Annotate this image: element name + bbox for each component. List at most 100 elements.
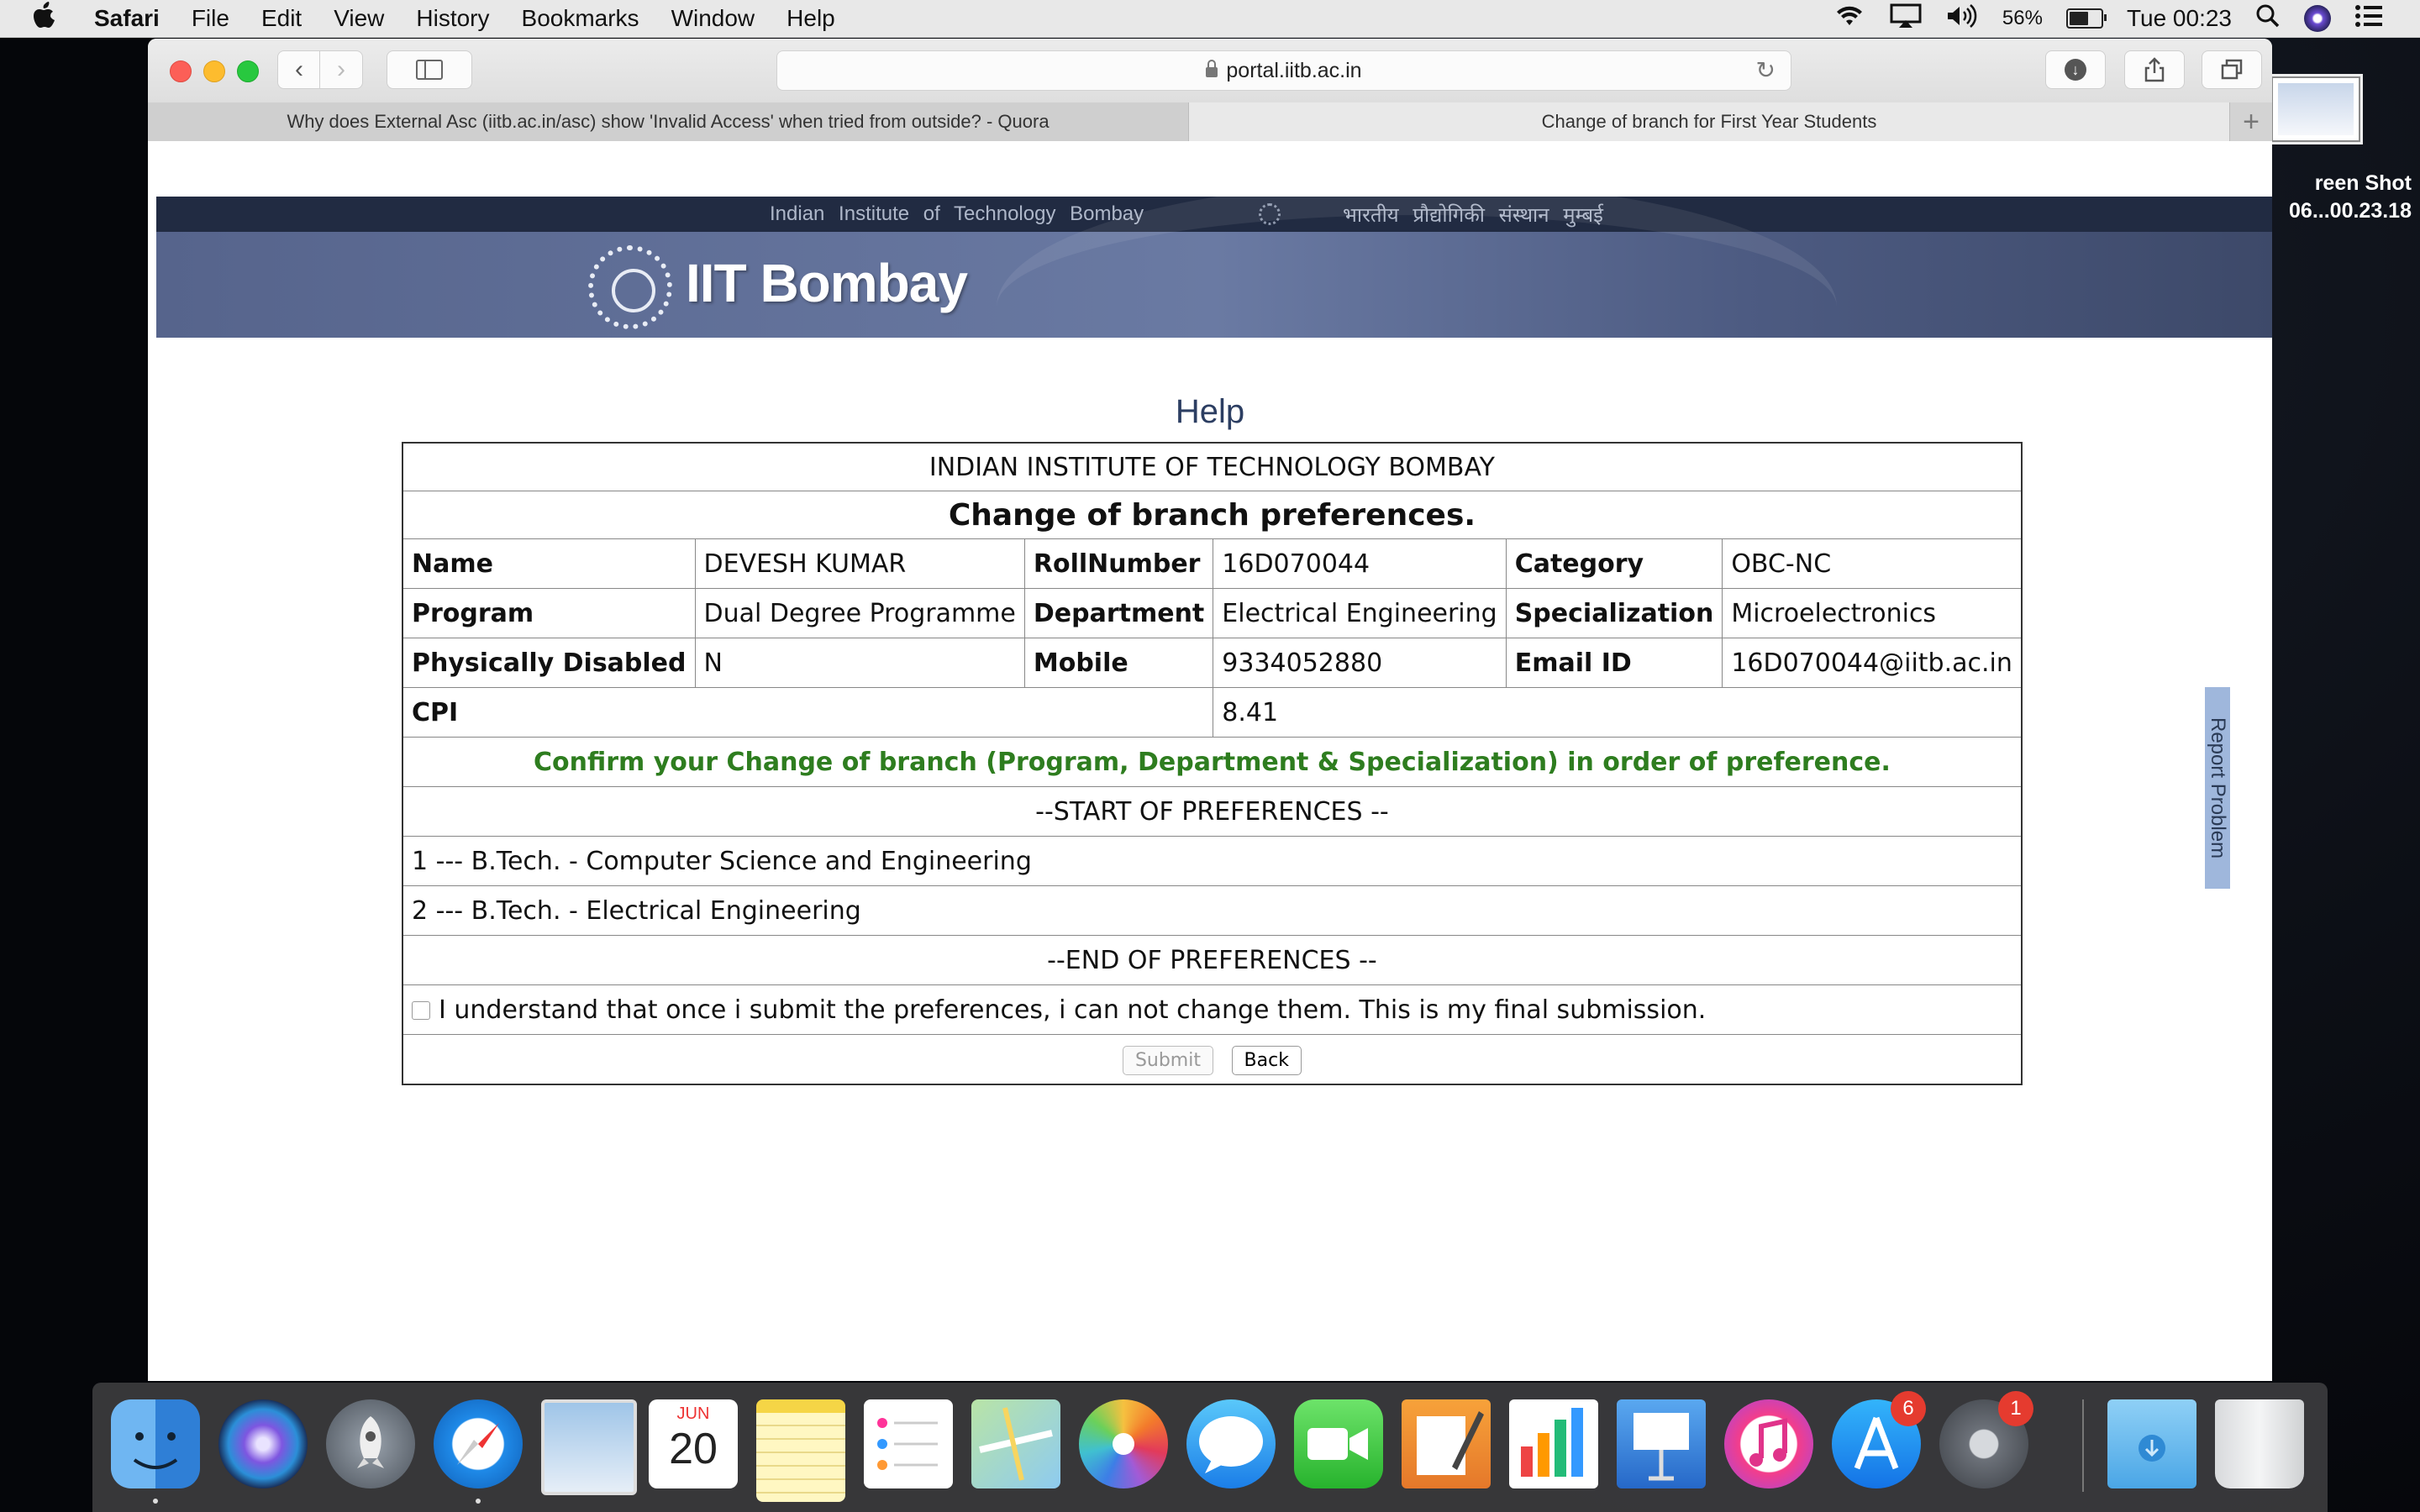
spotlight-search-icon[interactable] bbox=[2255, 3, 2281, 34]
declaration-checkbox[interactable] bbox=[412, 1001, 430, 1020]
menu-view[interactable]: View bbox=[334, 5, 384, 32]
screenshot-file-icon[interactable] bbox=[2269, 74, 2363, 144]
new-tab-plus-icon[interactable]: + bbox=[2230, 102, 2272, 141]
messages-icon[interactable] bbox=[1186, 1399, 1276, 1488]
physically-disabled-value: N bbox=[694, 638, 1025, 688]
report-problem-tab[interactable]: Report Problem bbox=[2205, 687, 2230, 889]
menu-app-safari[interactable]: Safari bbox=[94, 5, 160, 32]
tab-bar: Why does External Asc (iitb.ac.in/asc) s… bbox=[148, 102, 2272, 142]
declaration-row: I understand that once i submit the pref… bbox=[402, 984, 2023, 1035]
app-store-icon[interactable]: 6 bbox=[1832, 1391, 1926, 1488]
share-icon bbox=[2144, 57, 2165, 82]
battery-fill bbox=[2069, 12, 2089, 25]
calendar-day: 20 bbox=[669, 1425, 718, 1473]
category-label: Category bbox=[1505, 538, 1723, 589]
volume-icon[interactable] bbox=[1945, 3, 1979, 34]
wifi-icon[interactable] bbox=[1833, 3, 1866, 34]
email-value: 16D070044@iitb.ac.in bbox=[1722, 638, 2023, 688]
dock-separator bbox=[2082, 1399, 2084, 1492]
banner-body bbox=[156, 197, 2272, 338]
notification-center-icon[interactable] bbox=[2354, 4, 2383, 34]
lock-icon bbox=[1206, 60, 1218, 77]
menu-window[interactable]: Window bbox=[671, 5, 755, 32]
downloads-button[interactable]: ↓ bbox=[2045, 50, 2106, 89]
tab-change-of-branch[interactable]: Change of branch for First Year Students bbox=[1189, 102, 2230, 141]
siri-icon[interactable] bbox=[218, 1399, 308, 1488]
photos-icon[interactable] bbox=[1079, 1399, 1168, 1488]
siri-menu-icon[interactable] bbox=[2304, 5, 2331, 32]
menu-bar: Safari File Edit View History Bookmarks … bbox=[0, 0, 2420, 38]
screenshot-thumbnail bbox=[2278, 83, 2354, 135]
finder-icon[interactable] bbox=[111, 1399, 200, 1488]
reminders-icon[interactable] bbox=[864, 1399, 953, 1488]
sidebar-icon bbox=[416, 60, 443, 80]
roll-number-value: 16D070044 bbox=[1213, 538, 1507, 589]
trash-icon[interactable] bbox=[2215, 1399, 2304, 1488]
airplay-icon[interactable] bbox=[1890, 3, 1922, 34]
tab-quora[interactable]: Why does External Asc (iitb.ac.in/asc) s… bbox=[148, 102, 1189, 141]
system-preferences-badge: 1 bbox=[1998, 1391, 2033, 1426]
menu-edit[interactable]: Edit bbox=[261, 5, 302, 32]
notes-icon[interactable] bbox=[756, 1399, 845, 1502]
keynote-podium-icon[interactable] bbox=[1617, 1399, 1706, 1488]
itunes-music-note-icon[interactable] bbox=[1724, 1399, 1813, 1488]
window-minimize-button[interactable] bbox=[203, 60, 225, 82]
download-icon: ↓ bbox=[2065, 59, 2086, 81]
downloads-folder-icon[interactable] bbox=[2107, 1399, 2196, 1488]
banner-english-text: Indian Institute of Technology Bombay bbox=[770, 202, 1144, 225]
tabs-overview-icon bbox=[2221, 59, 2243, 80]
iitb-banner: Indian Institute of Technology Bombay भा… bbox=[156, 197, 2272, 338]
back-page-button[interactable]: Back bbox=[1231, 1046, 1302, 1075]
end-of-preferences: --END OF PREFERENCES -- bbox=[402, 935, 2023, 985]
program-value: Dual Degree Programme bbox=[694, 588, 1025, 638]
confirm-instruction: Confirm your Change of branch (Program, … bbox=[402, 737, 2023, 787]
menu-file[interactable]: File bbox=[192, 5, 229, 32]
menu-extras: 56% Tue 00:23 bbox=[1833, 3, 2383, 34]
facetime-icon[interactable] bbox=[1294, 1399, 1383, 1488]
mail-stamp-eagle-icon[interactable] bbox=[541, 1399, 637, 1495]
name-label: Name bbox=[402, 538, 696, 589]
help-link[interactable]: Help bbox=[148, 393, 2272, 431]
back-button[interactable]: ‹ bbox=[277, 50, 321, 89]
numbers-chart-icon[interactable] bbox=[1509, 1399, 1598, 1488]
iitb-logo-icon bbox=[588, 245, 672, 329]
system-preferences-gear-icon[interactable]: 1 bbox=[1939, 1391, 2033, 1488]
window-close-button[interactable] bbox=[170, 60, 192, 82]
launchpad-rocket-icon[interactable] bbox=[326, 1399, 415, 1488]
share-button[interactable] bbox=[2124, 50, 2185, 89]
address-bar[interactable]: portal.iitb.ac.in ↻ bbox=[776, 50, 1791, 91]
chevron-right-icon: › bbox=[337, 55, 345, 83]
menu-bookmarks[interactable]: Bookmarks bbox=[522, 5, 639, 32]
iitb-logo-text: IIT Bombay bbox=[686, 253, 968, 313]
submit-button[interactable]: Submit bbox=[1122, 1046, 1213, 1075]
window-fullscreen-button[interactable] bbox=[237, 60, 259, 82]
mobile-label: Mobile bbox=[1023, 638, 1214, 688]
banner-decoration bbox=[997, 197, 1837, 338]
safari-running-indicator bbox=[476, 1499, 481, 1504]
tab-title: Why does External Asc (iitb.ac.in/asc) s… bbox=[287, 111, 1050, 132]
apple-menu-icon[interactable] bbox=[32, 1, 60, 37]
menu-help[interactable]: Help bbox=[786, 5, 835, 32]
reload-icon[interactable]: ↻ bbox=[1756, 56, 1776, 84]
branch-preferences-table: INDIAN INSTITUTE OF TECHNOLOGY BOMBAY Ch… bbox=[402, 442, 2023, 1085]
menu-history[interactable]: History bbox=[416, 5, 489, 32]
battery-icon[interactable] bbox=[2065, 8, 2107, 29]
forward-button[interactable]: › bbox=[319, 50, 363, 89]
sidebar-toggle-button[interactable] bbox=[387, 50, 472, 89]
calendar-icon[interactable]: JUN 20 bbox=[649, 1399, 738, 1488]
finder-running-indicator bbox=[153, 1499, 158, 1504]
page-title: Change of branch preferences. bbox=[402, 491, 2023, 539]
safari-window: ‹ › portal.iitb.ac.in ↻ ↓ Why does Exter… bbox=[148, 39, 2272, 1381]
preference-item-1: 1 --- B.Tech. - Computer Science and Eng… bbox=[402, 836, 2023, 886]
menu-clock[interactable]: Tue 00:23 bbox=[2127, 5, 2232, 32]
start-of-preferences: --START OF PREFERENCES -- bbox=[402, 786, 2023, 837]
maps-icon[interactable] bbox=[971, 1399, 1060, 1488]
email-label: Email ID bbox=[1505, 638, 1723, 688]
photos-center bbox=[1113, 1433, 1134, 1455]
pages-icon[interactable] bbox=[1402, 1399, 1491, 1488]
battery-percent: 56% bbox=[2002, 7, 2043, 29]
chevron-left-icon: ‹ bbox=[295, 55, 303, 83]
show-all-tabs-button[interactable] bbox=[2202, 50, 2262, 89]
safari-compass-icon[interactable] bbox=[434, 1399, 523, 1488]
program-label: Program bbox=[402, 588, 696, 638]
